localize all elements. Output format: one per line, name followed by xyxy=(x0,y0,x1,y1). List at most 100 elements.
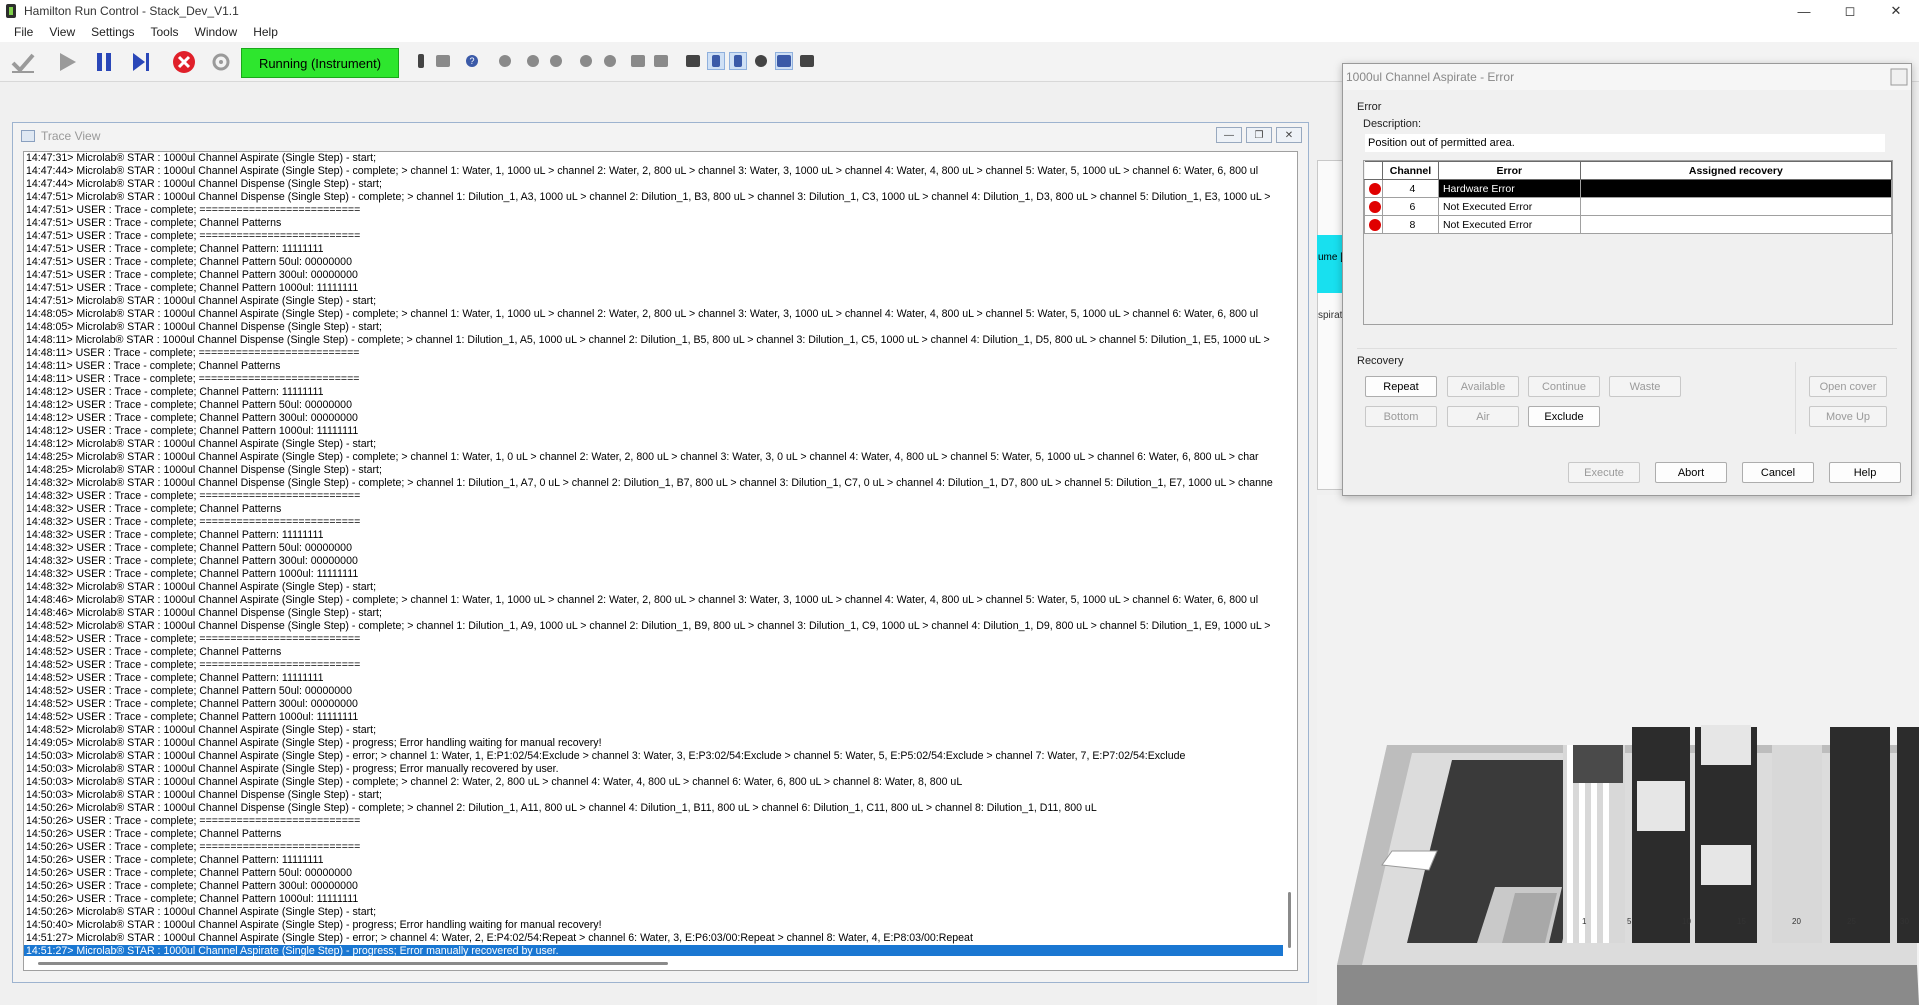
help-button[interactable]: ? xyxy=(463,52,481,70)
trace-line[interactable]: 14:48:32> USER : Trace - complete; Chann… xyxy=(24,568,1297,581)
trace-line[interactable]: 14:49:05> Microlab® STAR : 1000ul Channe… xyxy=(24,737,1297,750)
scrollbar-thumb[interactable] xyxy=(38,962,668,965)
bottom-button[interactable]: Bottom xyxy=(1365,406,1437,427)
zoom-out-button[interactable] xyxy=(547,52,565,70)
toolbar-tool-9[interactable] xyxy=(629,52,647,70)
deck-3d-view[interactable]: 1 5 10 15 20 25 30 xyxy=(1317,495,1919,1005)
trace-minimize-button[interactable]: — xyxy=(1216,127,1242,143)
trace-line[interactable]: 14:47:51> USER : Trace - complete; Chann… xyxy=(24,243,1297,256)
toolbar-tool-1[interactable] xyxy=(412,52,430,70)
toolbar-tool-7[interactable] xyxy=(577,52,595,70)
settings-button[interactable] xyxy=(206,48,236,76)
trace-line[interactable]: 14:48:11> USER : Trace - complete; Chann… xyxy=(24,360,1297,373)
toolbar-tool-15[interactable] xyxy=(775,52,793,70)
trace-line[interactable]: 14:50:26> USER : Trace - complete; Chann… xyxy=(24,880,1297,893)
trace-line[interactable]: 14:48:52> USER : Trace - complete; =====… xyxy=(24,633,1297,646)
trace-line[interactable]: 14:48:52> USER : Trace - complete; Chann… xyxy=(24,698,1297,711)
trace-line[interactable]: 14:48:52> USER : Trace - complete; =====… xyxy=(24,659,1297,672)
trace-line[interactable]: 14:47:51> USER : Trace - complete; =====… xyxy=(24,204,1297,217)
trace-line[interactable]: 14:47:51> Microlab® STAR : 1000ul Channe… xyxy=(24,295,1297,308)
pause-button[interactable] xyxy=(89,48,119,76)
menu-tools[interactable]: Tools xyxy=(143,25,187,39)
trace-line[interactable]: 14:48:32> USER : Trace - complete; =====… xyxy=(24,516,1297,529)
trace-vertical-scrollbar[interactable] xyxy=(1283,152,1297,958)
repeat-button[interactable]: Repeat xyxy=(1365,376,1437,397)
menu-help[interactable]: Help xyxy=(245,25,286,39)
trace-line[interactable]: 14:48:25> Microlab® STAR : 1000ul Channe… xyxy=(24,451,1297,464)
trace-line[interactable]: 14:48:52> USER : Trace - complete; Chann… xyxy=(24,646,1297,659)
trace-line[interactable]: 14:47:44> Microlab® STAR : 1000ul Channe… xyxy=(24,165,1297,178)
toolbar-tool-8[interactable] xyxy=(601,52,619,70)
air-button[interactable]: Air xyxy=(1447,406,1519,427)
waste-button[interactable]: Waste xyxy=(1609,376,1681,397)
trace-line[interactable]: 14:48:52> USER : Trace - complete; Chann… xyxy=(24,711,1297,724)
available-button[interactable]: Available xyxy=(1447,376,1519,397)
trace-line[interactable]: 14:50:26> USER : Trace - complete; Chann… xyxy=(24,893,1297,906)
trace-line[interactable]: 14:48:52> Microlab® STAR : 1000ul Channe… xyxy=(24,724,1297,737)
continue-button[interactable]: Continue xyxy=(1528,376,1600,397)
trace-line[interactable]: 14:47:51> Microlab® STAR : 1000ul Channe… xyxy=(24,191,1297,204)
move-up-button[interactable]: Move Up xyxy=(1809,406,1887,427)
maximize-button[interactable]: ◻ xyxy=(1827,0,1873,22)
trace-line[interactable]: 14:51:27> Microlab® STAR : 1000ul Channe… xyxy=(24,932,1297,945)
trace-line[interactable]: 14:50:03> Microlab® STAR : 1000ul Channe… xyxy=(24,776,1297,789)
verify-button[interactable] xyxy=(8,48,38,76)
trace-log-list[interactable]: 14:47:31> Microlab® STAR : 1000ul Channe… xyxy=(23,151,1298,971)
exclude-button[interactable]: Exclude xyxy=(1528,406,1600,427)
menu-view[interactable]: View xyxy=(41,25,83,39)
trace-line[interactable]: 14:47:51> USER : Trace - complete; Chann… xyxy=(24,256,1297,269)
toolbar-tool-10[interactable] xyxy=(652,52,670,70)
trace-line[interactable]: 14:48:32> Microlab® STAR : 1000ul Channe… xyxy=(24,477,1297,490)
trace-line[interactable]: 14:50:03> Microlab® STAR : 1000ul Channe… xyxy=(24,750,1297,763)
trace-line[interactable]: 14:48:32> USER : Trace - complete; Chann… xyxy=(24,529,1297,542)
trace-line[interactable]: 14:48:05> Microlab® STAR : 1000ul Channe… xyxy=(24,308,1297,321)
trace-line[interactable]: 14:48:12> USER : Trace - complete; Chann… xyxy=(24,399,1297,412)
abort-run-button[interactable] xyxy=(169,48,199,76)
trace-line[interactable]: 14:50:26> USER : Trace - complete; Chann… xyxy=(24,867,1297,880)
help-dialog-button[interactable]: Help xyxy=(1829,462,1901,483)
trace-line[interactable]: 14:48:11> Microlab® STAR : 1000ul Channe… xyxy=(24,334,1297,347)
step-button[interactable] xyxy=(126,48,156,76)
trace-line[interactable]: 14:47:51> USER : Trace - complete; Chann… xyxy=(24,269,1297,282)
trace-line[interactable]: 14:48:12> USER : Trace - complete; Chann… xyxy=(24,386,1297,399)
trace-line[interactable]: 14:50:03> Microlab® STAR : 1000ul Channe… xyxy=(24,763,1297,776)
dialog-close-button[interactable] xyxy=(1889,67,1909,87)
minimize-button[interactable]: — xyxy=(1781,0,1827,22)
toolbar-tool-13[interactable] xyxy=(729,52,747,70)
trace-line[interactable]: 14:48:12> Microlab® STAR : 1000ul Channe… xyxy=(24,438,1297,451)
trace-line[interactable]: 14:50:26> USER : Trace - complete; =====… xyxy=(24,815,1297,828)
menu-window[interactable]: Window xyxy=(187,25,246,39)
trace-line[interactable]: 14:48:32> Microlab® STAR : 1000ul Channe… xyxy=(24,581,1297,594)
trace-line[interactable]: 14:48:52> USER : Trace - complete; Chann… xyxy=(24,685,1297,698)
toolbar-tool-14[interactable] xyxy=(752,52,770,70)
toolbar-tool-16[interactable] xyxy=(798,52,816,70)
menu-settings[interactable]: Settings xyxy=(83,25,142,39)
toolbar-tool-2[interactable] xyxy=(434,52,452,70)
trace-line[interactable]: 14:48:52> USER : Trace - complete; Chann… xyxy=(24,672,1297,685)
trace-line[interactable]: 14:50:03> Microlab® STAR : 1000ul Channe… xyxy=(24,789,1297,802)
trace-line[interactable]: 14:47:51> USER : Trace - complete; =====… xyxy=(24,230,1297,243)
error-channel-grid[interactable]: Channel Error Assigned recovery 4 Hardwa… xyxy=(1363,160,1893,325)
cancel-button[interactable]: Cancel xyxy=(1742,462,1814,483)
trace-line[interactable]: 14:48:32> USER : Trace - complete; Chann… xyxy=(24,555,1297,568)
trace-line[interactable]: 14:48:05> Microlab® STAR : 1000ul Channe… xyxy=(24,321,1297,334)
trace-line[interactable]: 14:50:26> USER : Trace - complete; =====… xyxy=(24,841,1297,854)
trace-line[interactable]: 14:48:46> Microlab® STAR : 1000ul Channe… xyxy=(24,607,1297,620)
trace-line[interactable]: 14:48:32> USER : Trace - complete; =====… xyxy=(24,490,1297,503)
trace-line[interactable]: 14:50:26> Microlab® STAR : 1000ul Channe… xyxy=(24,802,1297,815)
trace-line[interactable]: 14:48:12> USER : Trace - complete; Chann… xyxy=(24,412,1297,425)
trace-line[interactable]: 14:48:32> USER : Trace - complete; Chann… xyxy=(24,542,1297,555)
trace-line[interactable]: 14:48:12> USER : Trace - complete; Chann… xyxy=(24,425,1297,438)
toolbar-tool-4[interactable] xyxy=(496,52,514,70)
run-button[interactable] xyxy=(52,48,82,76)
trace-line[interactable]: 14:50:26> USER : Trace - complete; Chann… xyxy=(24,828,1297,841)
trace-close-button[interactable]: ✕ xyxy=(1276,127,1302,143)
trace-line[interactable]: 14:48:11> USER : Trace - complete; =====… xyxy=(24,347,1297,360)
trace-line[interactable]: 14:48:32> USER : Trace - complete; Chann… xyxy=(24,503,1297,516)
trace-line[interactable]: 14:47:51> USER : Trace - complete; Chann… xyxy=(24,217,1297,230)
error-row[interactable]: 8 Not Executed Error xyxy=(1364,215,1893,234)
trace-line[interactable]: 14:47:31> Microlab® STAR : 1000ul Channe… xyxy=(24,152,1297,165)
menu-file[interactable]: File xyxy=(6,25,41,39)
trace-line[interactable]: 14:50:26> Microlab® STAR : 1000ul Channe… xyxy=(24,906,1297,919)
trace-line[interactable]: 14:48:11> USER : Trace - complete; =====… xyxy=(24,373,1297,386)
